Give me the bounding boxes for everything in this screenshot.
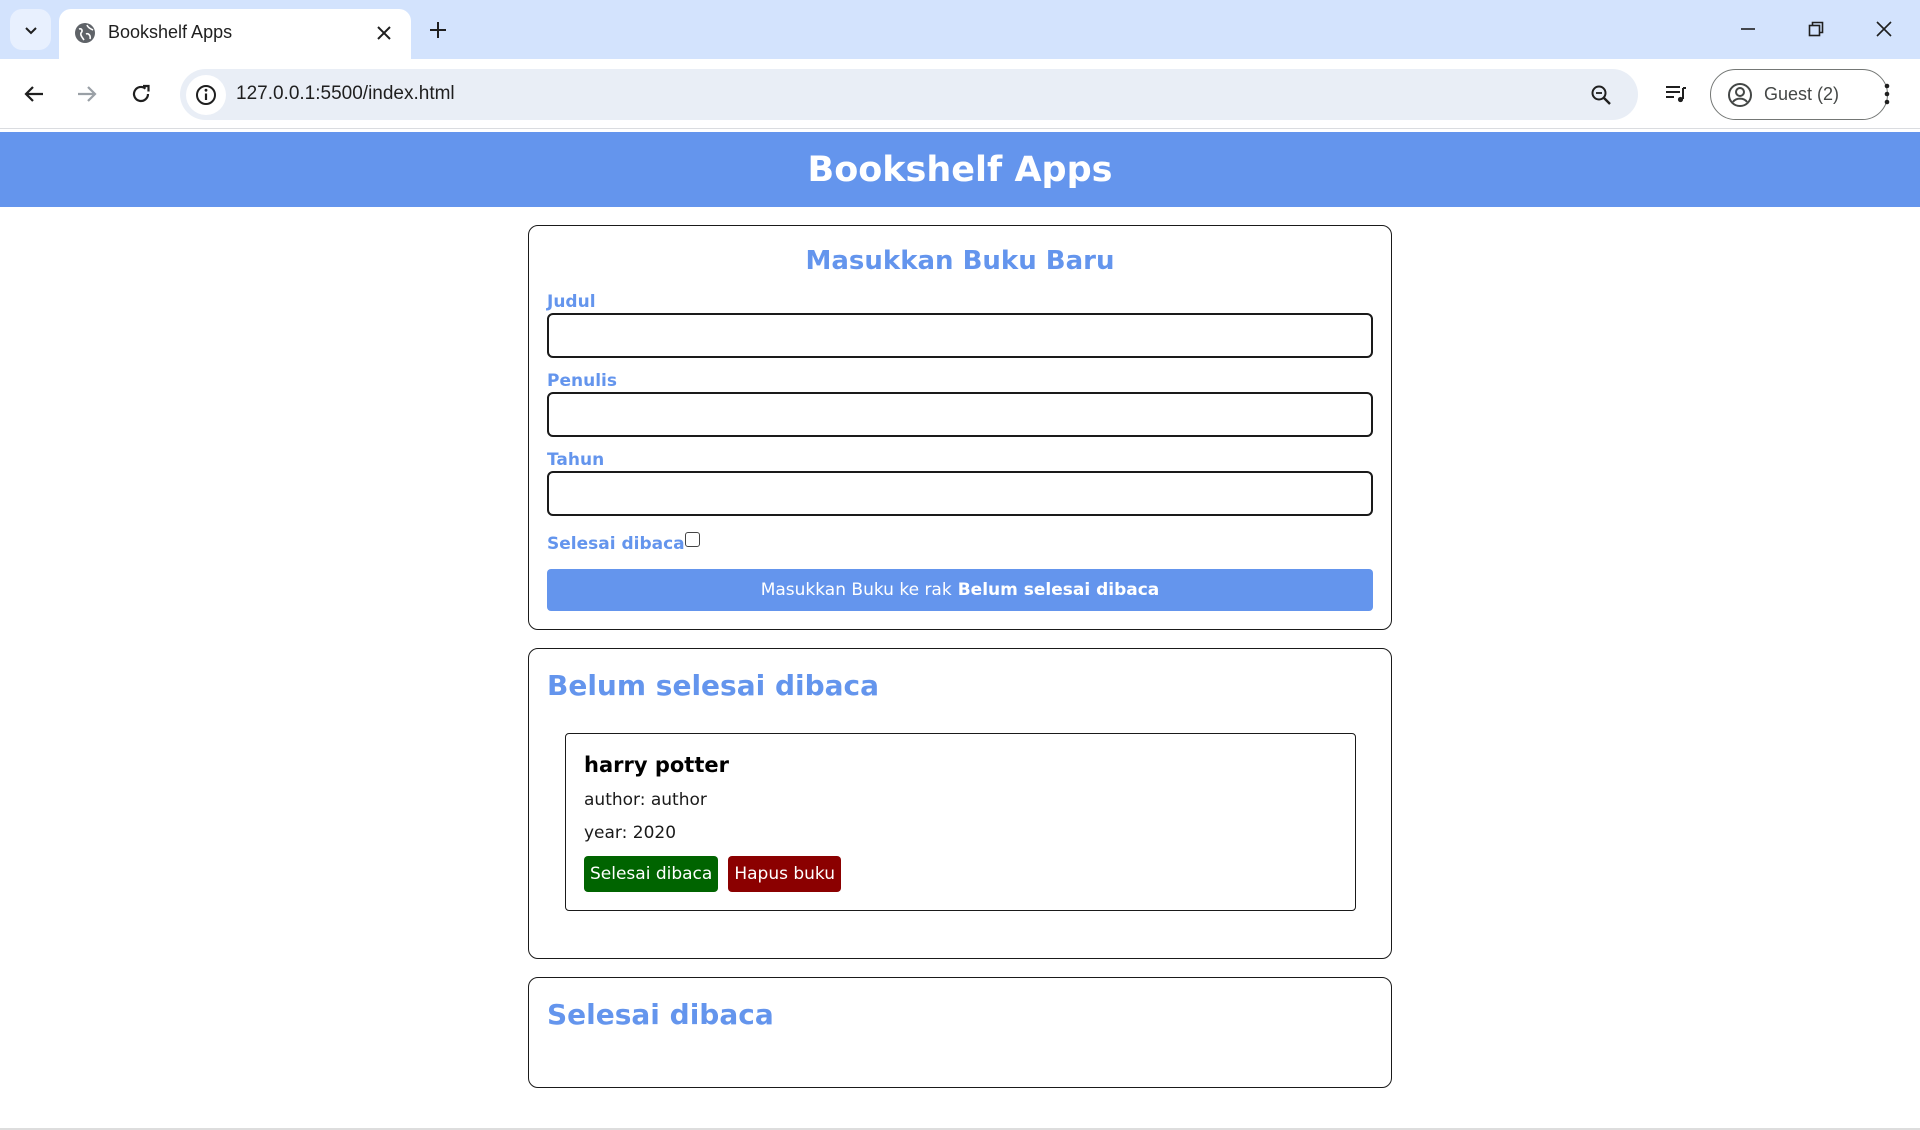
submit-button-target: Belum selesai dibaca — [957, 580, 1160, 600]
author-input[interactable] — [547, 392, 1373, 437]
input-section-title: Masukkan Buku Baru — [805, 246, 1115, 276]
book-title: harry potter — [584, 753, 729, 777]
media-control-icon — [1666, 86, 1686, 103]
browser-menu-button[interactable] — [1874, 76, 1900, 112]
book-author: author: author — [584, 790, 707, 810]
tab-title: Bookshelf Apps — [108, 22, 233, 42]
browser-toolbar: 127.0.0.1:5500/index.html Guest (2) — [0, 59, 1920, 129]
plus-icon — [430, 22, 446, 38]
tab-close-button[interactable] — [371, 20, 397, 46]
profile-button[interactable]: Guest (2) — [1710, 69, 1888, 120]
minimize-button[interactable] — [1728, 14, 1768, 44]
app-title: Bookshelf Apps — [807, 149, 1113, 190]
tab-search-button[interactable] — [10, 9, 51, 50]
complete-book-shelf: Selesai dibaca — [528, 977, 1392, 1088]
author-label: Penulis — [547, 371, 617, 391]
site-info-icon — [196, 85, 216, 105]
year-input[interactable] — [547, 471, 1373, 516]
window-close-button[interactable] — [1864, 14, 1904, 44]
incomplete-book-shelf: Belum selesai dibaca harry potter author… — [528, 648, 1392, 959]
active-tab[interactable]: Bookshelf Apps — [59, 9, 411, 59]
app-header: Bookshelf Apps — [0, 132, 1920, 207]
submit-button-prefix: Masukkan Buku ke rak — [760, 580, 952, 600]
year-label: Tahun — [547, 450, 605, 470]
page-content: Bookshelf Apps Masukkan Buku Baru Judul … — [0, 130, 1920, 1130]
site-info-button[interactable] — [186, 75, 226, 115]
browser-tab-strip: Bookshelf Apps — [0, 0, 1920, 59]
forward-icon — [78, 86, 97, 102]
complete-checkbox-label: Selesai dibaca — [547, 534, 685, 554]
book-year: year: 2020 — [584, 823, 677, 843]
window-close-icon — [1876, 21, 1892, 37]
restore-button[interactable] — [1796, 14, 1836, 44]
kebab-menu-icon — [1884, 83, 1890, 105]
profile-label: Guest (2) — [1764, 84, 1840, 104]
address-bar[interactable]: 127.0.0.1:5500/index.html — [180, 69, 1638, 120]
back-icon — [24, 86, 43, 102]
incomplete-shelf-title: Belum selesai dibaca — [547, 669, 880, 702]
mark-complete-button[interactable]: Selesai dibaca — [584, 856, 719, 892]
delete-book-button[interactable]: Hapus buku — [728, 856, 842, 892]
forward-button[interactable] — [69, 76, 105, 112]
book-actions: Selesai dibaca Hapus buku — [584, 856, 842, 892]
book-item: harry potter author: author year: 2020 S… — [565, 733, 1356, 911]
complete-shelf-title: Selesai dibaca — [547, 998, 774, 1031]
complete-checkbox[interactable] — [685, 532, 700, 547]
back-button[interactable] — [16, 76, 52, 112]
new-tab-button[interactable] — [424, 16, 452, 44]
media-control-button[interactable] — [1660, 78, 1692, 110]
reload-icon — [132, 84, 150, 103]
zoom-icon — [1591, 85, 1611, 105]
minimize-icon — [1741, 28, 1755, 30]
title-label: Judul — [547, 292, 596, 312]
submit-book-button[interactable]: Masukkan Buku ke rak Belum selesai dibac… — [547, 569, 1373, 611]
account-icon — [1728, 83, 1752, 107]
globe-icon — [75, 23, 95, 43]
restore-icon — [1808, 21, 1824, 37]
title-input[interactable] — [547, 313, 1373, 358]
close-icon — [377, 26, 391, 40]
url-text[interactable]: 127.0.0.1:5500/index.html — [236, 83, 455, 105]
input-book-section: Masukkan Buku Baru Judul Penulis Tahun S… — [528, 225, 1392, 630]
zoom-button[interactable] — [1588, 82, 1614, 108]
reload-button[interactable] — [123, 76, 159, 112]
tab-search-icon — [24, 26, 37, 34]
